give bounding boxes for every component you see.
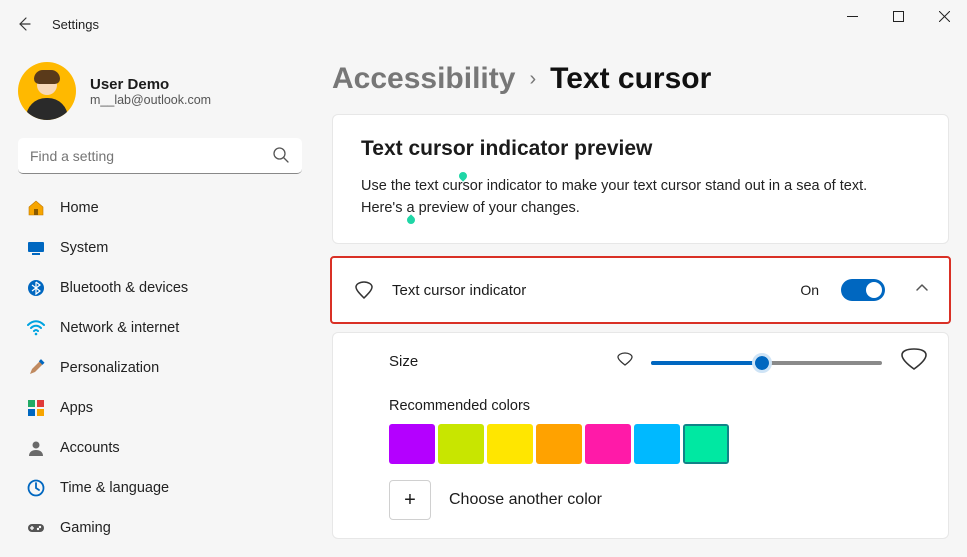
sidebar-item-label: Bluetooth & devices <box>60 280 188 296</box>
game-icon <box>26 518 46 538</box>
cursor-indicator-marker-top: cursor <box>442 175 482 197</box>
sidebar-item-apps[interactable]: Apps <box>16 388 304 428</box>
back-button[interactable] <box>0 0 48 48</box>
small-cursor-icon <box>617 352 633 371</box>
colors-heading: Recommended colors <box>389 398 928 414</box>
profile-name: User Demo <box>90 76 211 93</box>
size-slider[interactable] <box>651 352 882 372</box>
window-title: Settings <box>52 17 99 32</box>
large-cursor-icon <box>900 347 928 376</box>
preview-text: Use the text cursor indicator to make yo… <box>361 175 881 219</box>
indicator-label: Text cursor indicator <box>392 282 784 299</box>
search-box[interactable] <box>18 138 302 174</box>
profile-email: m__lab@outlook.com <box>90 93 211 107</box>
clock-icon <box>26 478 46 498</box>
profile-block[interactable]: User Demo m__lab@outlook.com <box>18 62 302 120</box>
color-swatch[interactable] <box>585 424 631 464</box>
sidebar-item-gaming[interactable]: Gaming <box>16 508 304 548</box>
sidebar-item-label: Network & internet <box>60 320 179 336</box>
page-title: Text cursor <box>550 62 711 96</box>
chevron-up-icon[interactable] <box>915 281 929 300</box>
size-color-card: Size Recommended colors + Choose another… <box>332 332 949 539</box>
apps-icon <box>26 398 46 418</box>
sidebar-item-personalization[interactable]: Personalization <box>16 348 304 388</box>
sidebar-item-label: System <box>60 240 108 256</box>
preview-heading: Text cursor indicator preview <box>361 137 920 161</box>
home-icon <box>26 198 46 218</box>
size-row: Size <box>333 333 948 388</box>
breadcrumb: Accessibility › Text cursor <box>332 62 949 96</box>
cursor-indicator-marker-bottom: a <box>406 197 414 219</box>
close-icon <box>939 11 950 22</box>
color-swatch[interactable] <box>487 424 533 464</box>
indicator-toggle[interactable] <box>841 279 885 301</box>
color-swatch[interactable] <box>634 424 680 464</box>
toggle-state: On <box>800 282 819 298</box>
choose-color-label: Choose another color <box>449 491 602 509</box>
system-icon <box>26 238 46 258</box>
size-label: Size <box>389 353 599 370</box>
search-icon <box>272 146 290 169</box>
sidebar-item-label: Gaming <box>60 520 111 536</box>
sidebar-item-label: Personalization <box>60 360 159 376</box>
sidebar-item-system[interactable]: System <box>16 228 304 268</box>
search-input[interactable] <box>18 138 302 174</box>
color-swatch[interactable] <box>438 424 484 464</box>
avatar <box>18 62 76 120</box>
color-swatch[interactable] <box>683 424 729 464</box>
sidebar-item-label: Apps <box>60 400 93 416</box>
maximize-icon <box>893 11 904 22</box>
sidebar-item-home[interactable]: Home <box>16 188 304 228</box>
text-cursor-indicator-row[interactable]: Text cursor indicator On <box>330 256 951 324</box>
plus-icon: + <box>404 489 416 512</box>
wifi-icon <box>26 318 46 338</box>
sidebar-item-time-language[interactable]: Time & language <box>16 468 304 508</box>
color-swatch[interactable] <box>536 424 582 464</box>
sidebar-item-label: Home <box>60 200 99 216</box>
chevron-right-icon: › <box>529 68 536 91</box>
preview-card: Text cursor indicator preview Use the te… <box>332 114 949 244</box>
arrow-left-icon <box>16 16 32 32</box>
minimize-icon <box>847 11 858 22</box>
color-swatch[interactable] <box>389 424 435 464</box>
sidebar-item-bluetooth-devices[interactable]: Bluetooth & devices <box>16 268 304 308</box>
add-color-button[interactable]: + <box>389 480 431 520</box>
brush-icon <box>26 358 46 378</box>
minimize-button[interactable] <box>829 0 875 32</box>
sidebar-item-accounts[interactable]: Accounts <box>16 428 304 468</box>
sidebar-item-label: Accounts <box>60 440 120 456</box>
sidebar-item-network-internet[interactable]: Network & internet <box>16 308 304 348</box>
bluetooth-icon <box>26 278 46 298</box>
cursor-indicator-icon <box>352 278 376 302</box>
close-button[interactable] <box>921 0 967 32</box>
maximize-button[interactable] <box>875 0 921 32</box>
breadcrumb-parent[interactable]: Accessibility <box>332 62 515 96</box>
sidebar-item-label: Time & language <box>60 480 169 496</box>
person-icon <box>26 438 46 458</box>
